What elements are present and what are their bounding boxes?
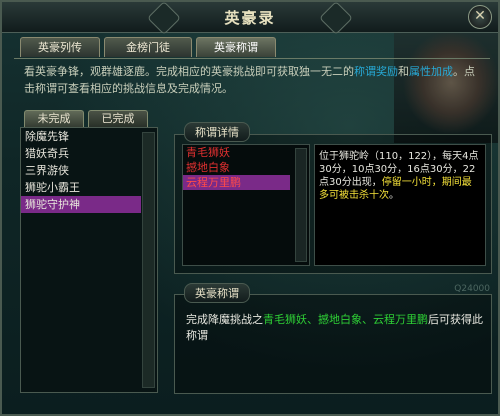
- intro-link-attribute-bonus: 属性加成: [409, 65, 453, 78]
- title-ornament-right: [319, 1, 353, 35]
- close-button[interactable]: ✕: [468, 5, 492, 29]
- subtab-complete[interactable]: 已完成: [88, 110, 148, 127]
- monster-description: 位于狮驼岭（110，122），每天4点30分，10点30分，16点30分，22点…: [314, 144, 486, 266]
- tab-hero-titles[interactable]: 英豪称谓: [196, 37, 276, 57]
- list-item[interactable]: 除魔先锋: [21, 128, 141, 145]
- monster-list-scrollbar[interactable]: [295, 148, 307, 262]
- hero-title-panel: [174, 294, 492, 394]
- hero-record-window: 英豪录 ✕ 英豪列传 金榜门徒 英豪称谓 看英豪争锋，观群雄逐鹿。完成相应的英豪…: [0, 0, 500, 416]
- hero-title-section-label: 英豪称谓: [184, 283, 250, 303]
- requirement-pre: 完成降魔挑战之: [186, 313, 263, 326]
- intro-link-title-reward: 称谓奖励: [354, 65, 398, 78]
- tab-divider: [14, 58, 490, 59]
- intro-text: 看英豪争锋，观群雄逐鹿。完成相应的英豪挑战即可获取独一无二的称谓奖励和属性加成。…: [24, 63, 480, 97]
- hero-title-requirement: 完成降魔挑战之青毛狮妖、撼地白象、云程万里鹏后可获得此称谓: [186, 312, 486, 344]
- monster-item-selected[interactable]: 云程万里鹏: [183, 175, 290, 190]
- desc-end: 。: [389, 190, 399, 201]
- tab-golden-disciples[interactable]: 金榜门徒: [104, 37, 192, 57]
- window-title: 英豪录: [224, 9, 276, 27]
- monster-item[interactable]: 青毛狮妖: [183, 145, 290, 160]
- subtab-incomplete[interactable]: 未完成: [24, 110, 84, 127]
- watermark: Q24000: [454, 284, 490, 294]
- titles-list-scrollbar[interactable]: [142, 132, 155, 388]
- titles-list-panel: 除魔先锋 猎妖奇兵 三界游侠 狮驼小霸王 狮驼守护神: [20, 127, 158, 393]
- list-item-selected[interactable]: 狮驼守护神: [21, 196, 141, 213]
- list-item[interactable]: 猎妖奇兵: [21, 145, 141, 162]
- list-item[interactable]: 狮驼小霸王: [21, 179, 141, 196]
- list-item[interactable]: 三界游侠: [21, 162, 141, 179]
- title-bar: 英豪录 ✕: [2, 1, 498, 35]
- intro-part2: 和: [398, 65, 409, 78]
- requirement-monsters: 青毛狮妖、撼地白象、云程万里鹏: [263, 313, 428, 326]
- tab-hero-biography[interactable]: 英豪列传: [20, 37, 100, 57]
- detail-section-label: 称谓详情: [184, 122, 250, 142]
- title-ornament-left: [147, 1, 181, 35]
- monster-item[interactable]: 撼地白象: [183, 160, 290, 175]
- monster-list: 青毛狮妖 撼地白象 云程万里鹏: [182, 144, 310, 266]
- intro-part1: 看英豪争锋，观群雄逐鹿。完成相应的英豪挑战即可获取独一无二的: [24, 65, 354, 78]
